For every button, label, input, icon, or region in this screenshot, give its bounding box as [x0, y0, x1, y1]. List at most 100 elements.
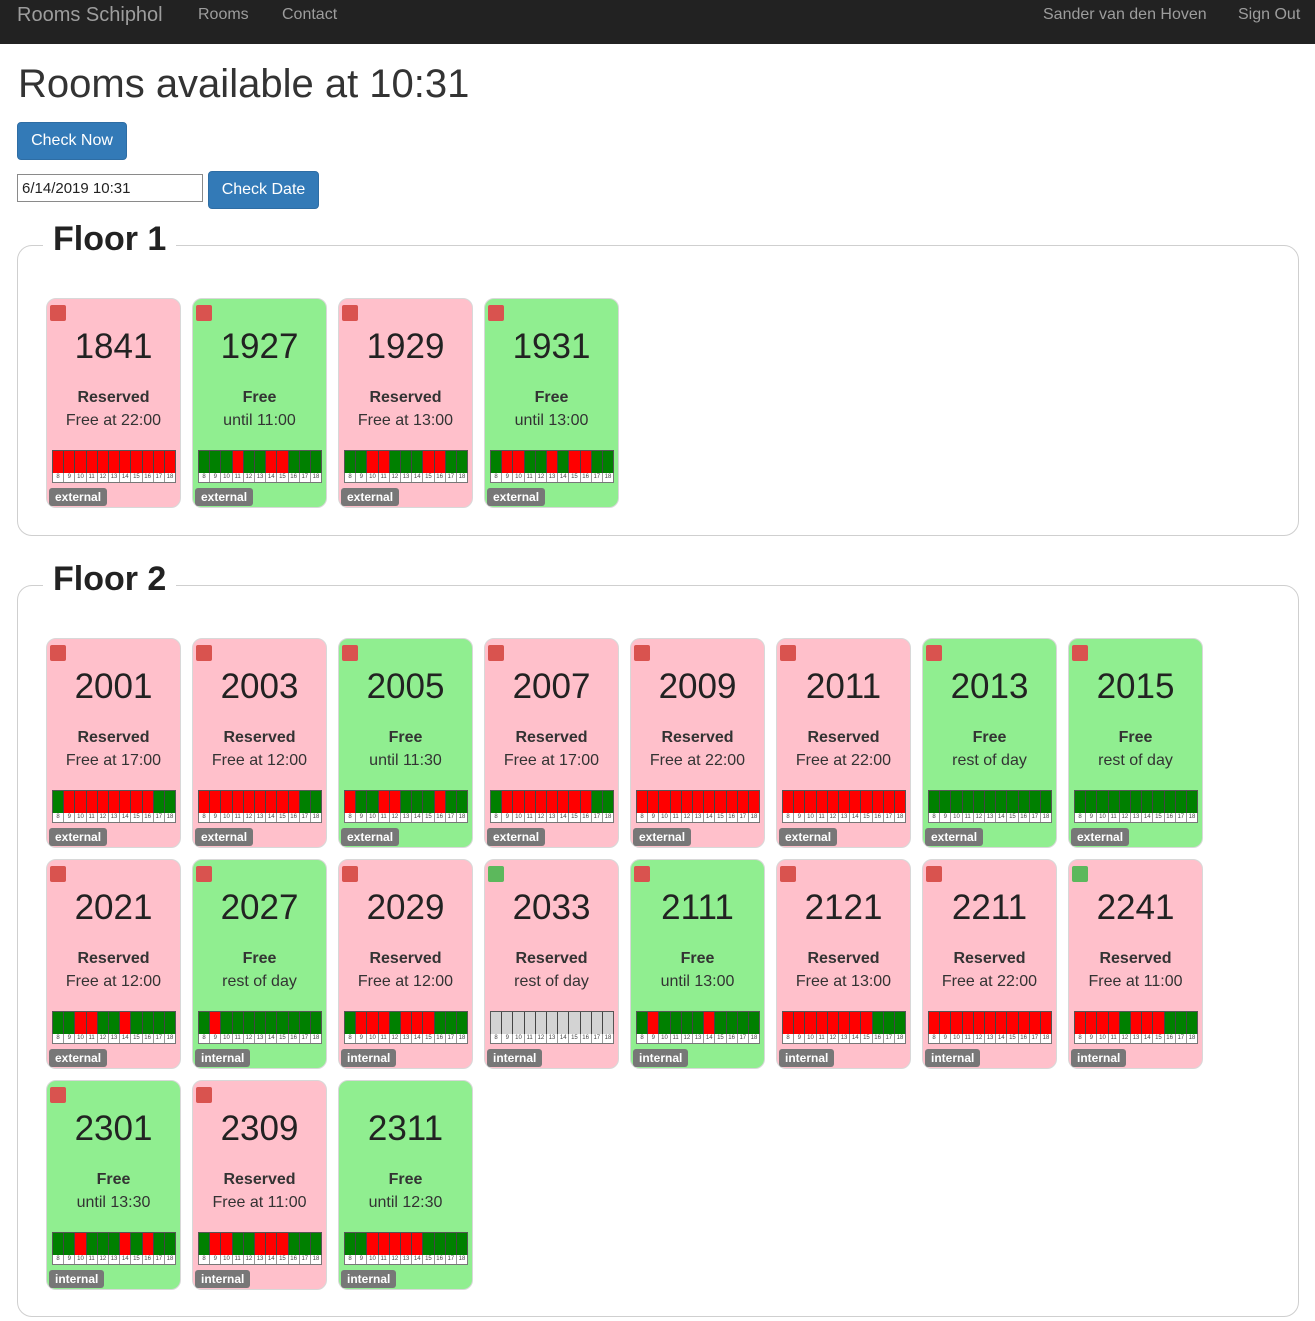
hour-label: 13 [255, 473, 267, 482]
room-number: 2121 [804, 888, 883, 927]
date-input[interactable] [17, 174, 203, 202]
slot-reserved [266, 791, 278, 814]
room-card[interactable]: 1931 Free until 13:00 8 9 10 11 12 13 14 15 16 17 18 e… [484, 298, 619, 508]
room-card[interactable]: 2009 Reserved Free at 22:00 8 9 10 11 12 13 14 15 1… [630, 638, 765, 848]
schedule-hours: 8 9 10 11 12 13 14 15 16 17 18 [52, 1255, 176, 1265]
room-card[interactable]: 2015 Free rest of day 8 9 10 11 12 13 14 15 16 17 18 e… [1068, 638, 1203, 848]
hour-label: 9 [210, 473, 222, 482]
slot-free [153, 1233, 165, 1256]
room-card[interactable]: 1841 Reserved Free at 22:00 8 9 10 11 12 13 14 15 1… [46, 298, 181, 508]
hour-label: 11 [525, 813, 536, 822]
room-card[interactable]: 2005 Free until 11:30 8 9 10 11 12 13 14 15 16 17 18 e… [338, 638, 473, 848]
hour-label: 15 [423, 1255, 435, 1264]
room-status: Reserved [77, 950, 150, 967]
room-card[interactable]: 2211 Reserved Free at 22:00 8 9 10 11 12 13 14 15 1… [922, 859, 1057, 1069]
room-card[interactable]: 2241 Reserved Free at 11:00 8 9 10 11 12 13 14 15 1… [1068, 859, 1203, 1069]
slot-free [64, 1012, 76, 1035]
sign-out-link[interactable]: Sign Out [1238, 6, 1300, 24]
hour-label: 14 [412, 813, 424, 822]
hour-label: 16 [1019, 813, 1030, 822]
room-number: 1927 [220, 327, 299, 366]
hour-label: 10 [513, 473, 525, 482]
schedule-hours: 8 9 10 11 12 13 14 15 16 17 18 [52, 473, 176, 483]
hour-label: 15 [715, 1034, 727, 1043]
room-card[interactable]: 2301 Free until 13:30 8 9 10 11 12 13 14 15 16 17 18 i… [46, 1080, 181, 1290]
slot-unknown [491, 1012, 503, 1035]
hour-label: 15 [277, 813, 289, 822]
hour-label: 11 [233, 1034, 244, 1043]
slot-reserved [783, 1012, 795, 1035]
hour-label: 10 [221, 1255, 233, 1264]
user-name-link[interactable]: Sander van den Hoven [1043, 6, 1207, 24]
nav-contact-link[interactable]: Contact [282, 6, 337, 24]
room-card[interactable]: 1927 Free until 11:00 8 9 10 11 12 13 14 15 16 17 18 e… [192, 298, 327, 508]
hour-label: 15 [1153, 813, 1165, 822]
room-card[interactable]: 2033 Reserved rest of day 8 9 10 11 12 13 14 15 16 1… [484, 859, 619, 1069]
room-card[interactable]: 2011 Reserved Free at 22:00 8 9 10 11 12 13 14 15 1… [776, 638, 911, 848]
slot-reserved [86, 451, 98, 474]
check-date-button[interactable]: Check Date [208, 171, 319, 209]
schedule-bar [52, 1232, 176, 1257]
room-type-badge: external [195, 828, 254, 846]
slot-reserved [883, 791, 895, 814]
slot-free [277, 1012, 289, 1035]
room-type-badge: external [195, 488, 254, 506]
hour-label: 16 [143, 473, 154, 482]
hour-label: 18 [312, 1256, 320, 1262]
room-card[interactable]: 2001 Reserved Free at 17:00 8 9 10 11 12 13 14 15 1… [46, 638, 181, 848]
nav-rooms-link[interactable]: Rooms [198, 6, 249, 24]
slot-reserved [861, 1012, 873, 1035]
room-card[interactable]: 2111 Free until 13:00 8 9 10 11 12 13 14 15 16 17 18 i… [630, 859, 765, 1069]
room-card[interactable]: 1929 Reserved Free at 13:00 8 9 10 11 12 13 14 15 1… [338, 298, 473, 508]
slot-reserved [86, 1012, 98, 1035]
room-card[interactable]: 2003 Reserved Free at 12:00 8 9 10 11 12 13 14 15 1… [192, 638, 327, 848]
room-status: Reserved [807, 950, 880, 967]
slot-reserved [277, 1233, 289, 1256]
hour-label: 8 [199, 1034, 211, 1043]
room-card[interactable]: 2309 Reserved Free at 11:00 8 9 10 11 12 13 14 15 1… [192, 1080, 327, 1290]
brand-link[interactable]: Rooms Schiphol [17, 4, 163, 27]
hour-label: 18 [1042, 1035, 1050, 1041]
room-number: 2011 [805, 667, 882, 706]
schedule-bar [782, 790, 906, 815]
schedule-hours: 8 9 10 11 12 13 14 15 16 17 18 [344, 473, 468, 483]
room-card[interactable]: 2029 Reserved Free at 12:00 8 9 10 11 12 13 14 15 1… [338, 859, 473, 1069]
room-card[interactable]: 2311 Free until 12:30 8 9 10 11 12 13 14 15 16 17 18 i… [338, 1080, 473, 1290]
room-card[interactable]: 2021 Reserved Free at 12:00 8 9 10 11 12 13 14 15 1… [46, 859, 181, 1069]
room-type-badge: external [925, 828, 984, 846]
room-availability: Free at 12:00 [357, 973, 454, 990]
hour-label: 17 [738, 813, 749, 822]
slot-reserved [1097, 1012, 1109, 1035]
hour-label: 8 [345, 473, 357, 482]
room-card[interactable]: 2013 Free rest of day 8 9 10 11 12 13 14 15 16 17 18 e… [922, 638, 1057, 848]
slot-reserved [345, 791, 357, 814]
slot-free [456, 1012, 468, 1035]
check-now-button[interactable]: Check Now [17, 122, 127, 160]
room-card[interactable]: 2007 Reserved Free at 17:00 8 9 10 11 12 13 14 15 1… [484, 638, 619, 848]
schedule-hours: 8 9 10 11 12 13 14 15 16 17 18 [490, 813, 614, 823]
slot-reserved [423, 1012, 435, 1035]
room-status: Free [680, 950, 715, 967]
room-number: 2029 [366, 888, 445, 927]
schedule-bar [198, 450, 322, 475]
hour-label: 13 [401, 473, 413, 482]
hour-label: 10 [1097, 813, 1109, 822]
hour-label: 18 [166, 814, 174, 820]
slot-free [86, 1233, 98, 1256]
room-card[interactable]: 2121 Reserved Free at 13:00 8 9 10 11 12 13 14 15 1… [776, 859, 911, 1069]
slot-reserved [996, 1012, 1008, 1035]
hour-label: 12 [390, 1034, 401, 1043]
room-type-badge: external [633, 828, 692, 846]
room-number: 2007 [512, 667, 591, 706]
slot-free [97, 1012, 109, 1035]
slot-reserved [412, 1012, 424, 1035]
schedule-hours: 8 9 10 11 12 13 14 15 16 17 18 [344, 1255, 468, 1265]
room-availability: until 12:30 [368, 1194, 443, 1211]
slot-free [210, 451, 222, 474]
room-card[interactable]: 2027 Free rest of day 8 9 10 11 12 13 14 15 16 17 18 i… [192, 859, 327, 1069]
slot-reserved [142, 791, 154, 814]
slot-reserved [681, 791, 693, 814]
slot-reserved [434, 791, 446, 814]
slot-reserved [726, 791, 738, 814]
hour-label: 13 [985, 1034, 997, 1043]
